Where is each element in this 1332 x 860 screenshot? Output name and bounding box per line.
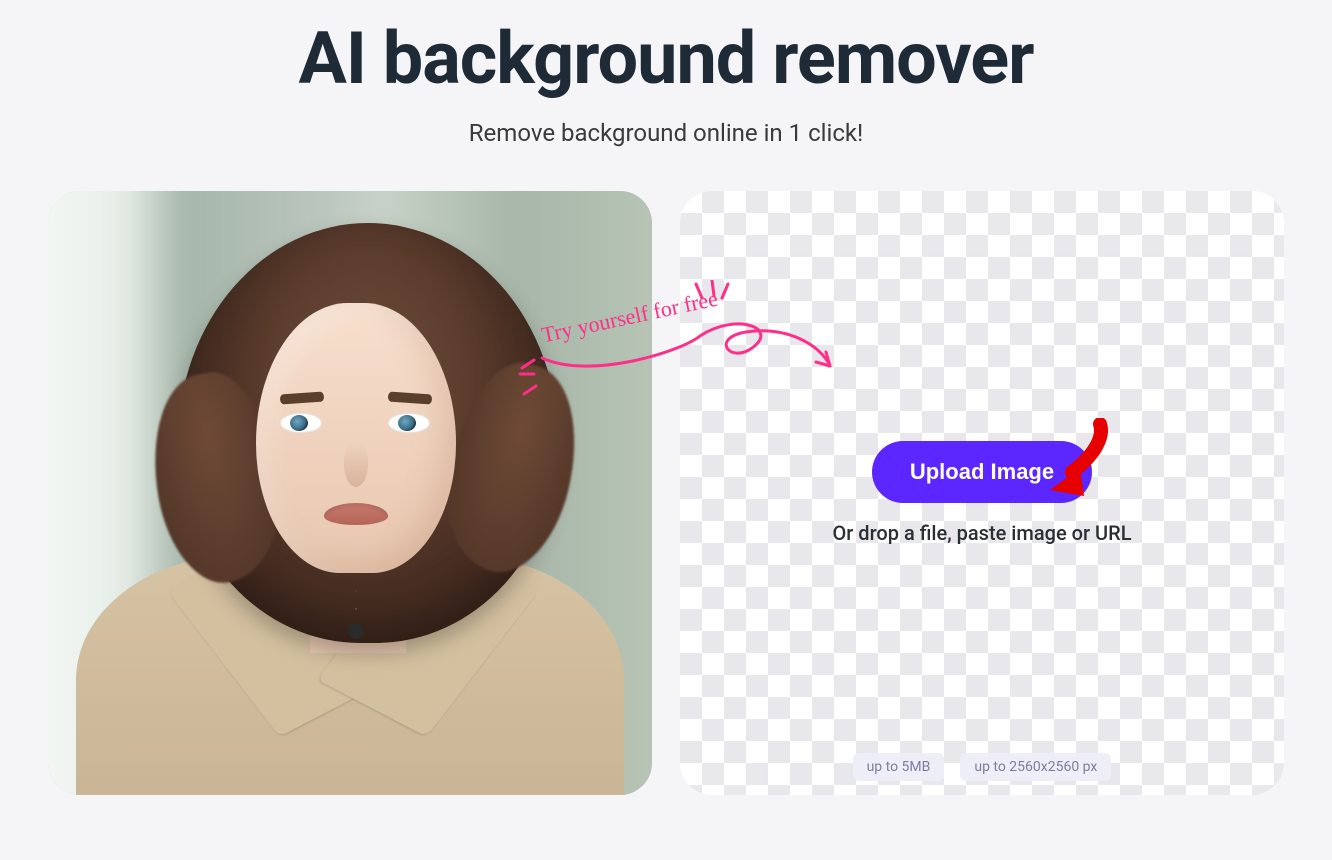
upload-image-button[interactable]: Upload Image — [872, 441, 1092, 503]
upload-dropzone-panel[interactable]: Upload Image Or drop a file, paste image… — [680, 191, 1284, 795]
sample-image-panel — [48, 191, 652, 795]
page-subtitle: Remove background online in 1 click! — [0, 119, 1332, 147]
drop-hint-text: Or drop a file, paste image or URL — [832, 521, 1131, 545]
limit-size-badge: up to 5MB — [853, 753, 945, 781]
page-title: AI background remover — [0, 16, 1332, 101]
sample-portrait-image — [48, 191, 652, 795]
limit-dimensions-badge: up to 2560x2560 px — [960, 753, 1111, 781]
upload-limits: up to 5MB up to 2560x2560 px — [680, 753, 1284, 781]
